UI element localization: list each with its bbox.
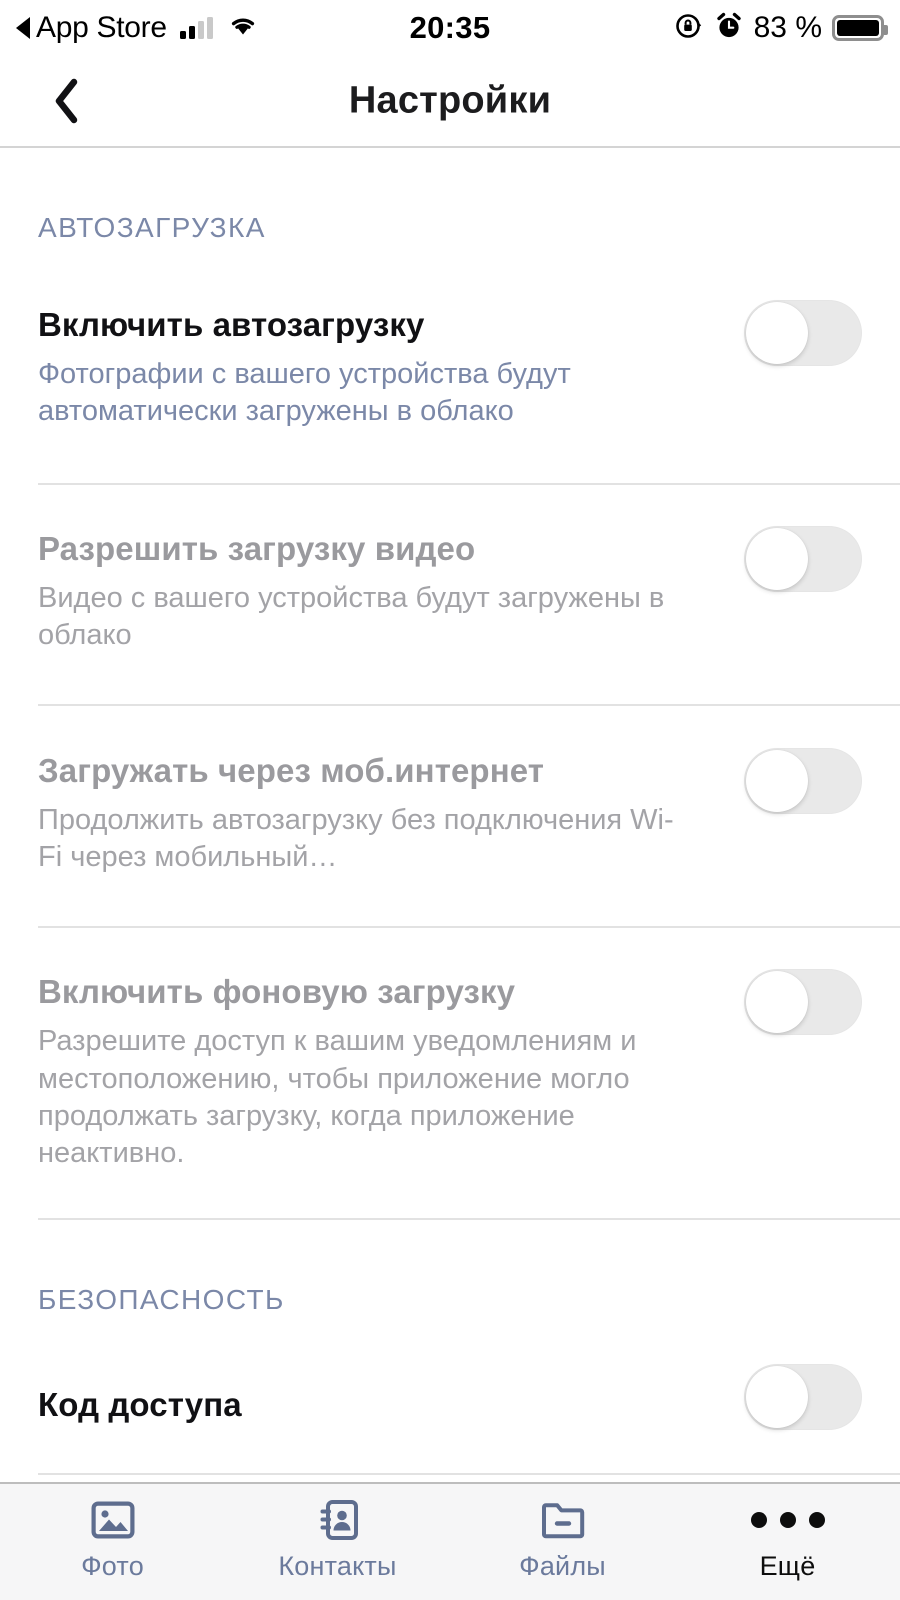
toggle-allow-video-upload[interactable] xyxy=(744,526,862,593)
settings-list[interactable]: АВТОЗАГРУЗКА Включить автозагрузку Фотог… xyxy=(0,150,900,1482)
settings-row-mobile-data-upload[interactable]: Загружать через моб.интернет Продолжить … xyxy=(0,706,900,876)
folder-icon xyxy=(540,1502,586,1538)
toggle-knob xyxy=(746,1365,808,1428)
tab-label: Фото xyxy=(81,1550,144,1581)
section-header-security: БЕЗОПАСНОСТЬ xyxy=(38,1283,285,1315)
navigation-bar: Настройки xyxy=(0,56,900,148)
settings-row-passcode[interactable]: Код доступа xyxy=(0,1316,900,1430)
status-bar-clock: 20:35 xyxy=(409,10,491,45)
tab-label: Ещё xyxy=(759,1550,816,1581)
toggle-knob xyxy=(746,302,808,364)
section-header-autoupload: АВТОЗАГРУЗКА xyxy=(38,212,266,243)
status-bar: App Store 20:35 83 % xyxy=(0,0,900,56)
toggle-passcode[interactable] xyxy=(744,1363,862,1430)
toggle-background-upload[interactable] xyxy=(744,969,862,1036)
tab-contacts[interactable]: Контакты xyxy=(225,1499,450,1582)
toggle-knob xyxy=(746,528,808,591)
settings-row-allow-video-upload[interactable]: Разрешить загрузку видео Видео с вашего … xyxy=(0,485,900,654)
settings-row-enable-autoupload[interactable]: Включить автозагрузку Фотографии с вашег… xyxy=(0,244,900,430)
contacts-icon xyxy=(317,1499,359,1540)
tab-more[interactable]: Ещё xyxy=(675,1503,900,1582)
photo-icon xyxy=(90,1500,135,1538)
row-title: Загружать через моб.интернет xyxy=(38,752,545,790)
page-title: Настройки xyxy=(348,79,552,122)
tab-label: Файлы xyxy=(519,1550,606,1581)
tab-bar: Фото Контакты Файлы Ещё xyxy=(0,1482,900,1600)
settings-row-background-upload[interactable]: Включить фоновую загрузку Разрешите дост… xyxy=(0,928,900,1171)
battery-full-icon xyxy=(832,15,888,41)
row-subtitle: Разрешите доступ к вашим уведомлениям и … xyxy=(38,1025,637,1169)
row-title: Включить фоновую загрузку xyxy=(38,973,516,1011)
row-title: Включить автозагрузку xyxy=(38,306,425,343)
tab-label: Контакты xyxy=(278,1550,397,1581)
toggle-mobile-data-upload[interactable] xyxy=(744,748,862,815)
tab-files[interactable]: Файлы xyxy=(450,1502,675,1582)
row-title: Разрешить загрузку видео xyxy=(38,530,476,568)
more-dots-icon xyxy=(750,1503,825,1537)
settings-row-partial[interactable] xyxy=(0,1475,900,1482)
row-title: Код доступа xyxy=(38,1385,242,1423)
row-subtitle: Продолжить автозагрузку без подключения … xyxy=(38,804,674,874)
toggle-knob xyxy=(746,750,808,813)
row-subtitle: Видео с вашего устройства будут загружен… xyxy=(38,582,665,652)
toggle-enable-autoupload[interactable] xyxy=(744,300,862,366)
tab-photos[interactable]: Фото xyxy=(0,1500,225,1582)
settings-screen: App Store 20:35 83 % Настройки АВТОЗАГРУ… xyxy=(0,0,900,1600)
toggle-knob xyxy=(746,971,808,1034)
row-subtitle: Фотографии с вашего устройства будут авт… xyxy=(38,357,571,428)
